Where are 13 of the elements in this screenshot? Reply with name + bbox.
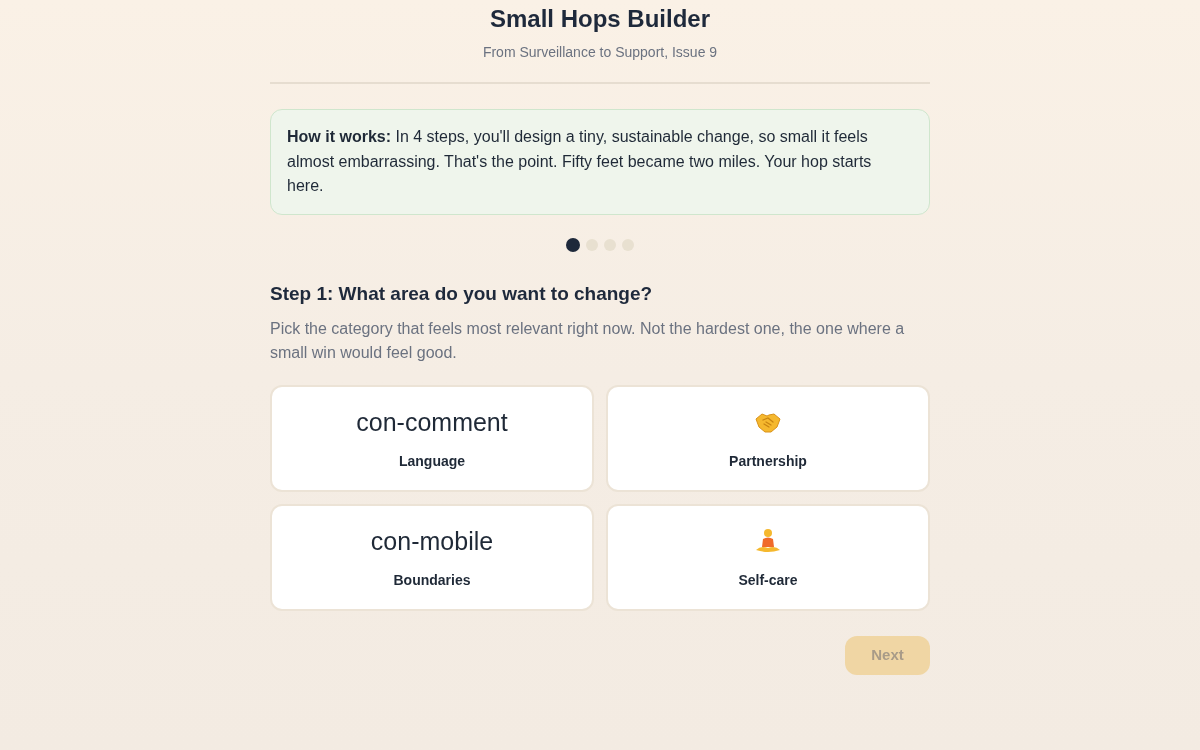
page-subtitle: From Surveillance to Support, Issue 9 (482, 43, 718, 62)
step-description: Pick the category that feels most relevant right now. Not the hardest one, the one where a small win would feel good. (270, 318, 906, 363)
category-card[interactable]: con-mobile Boundaries (270, 503, 594, 611)
info-box: How it works: In 4 steps, you'll design a tiny, sustainable change, so small it feels almost embarrassing. That's the point. Fifty feet became two miles. Your hop starts here. (270, 109, 930, 215)
handshake-icon (755, 410, 781, 433)
step-heading: Step 1: What area do you want to change? (270, 281, 654, 306)
icon-label: con-comment (356, 406, 508, 438)
category-card[interactable]: Self-care (606, 503, 930, 611)
category-card[interactable]: con-comment Language (270, 384, 594, 492)
category-card[interactable]: Partnership (606, 384, 930, 492)
meditating-person-icon (755, 527, 781, 554)
page-title: Small Hops Builder (489, 4, 710, 34)
icon-label: con-mobile (370, 525, 494, 557)
